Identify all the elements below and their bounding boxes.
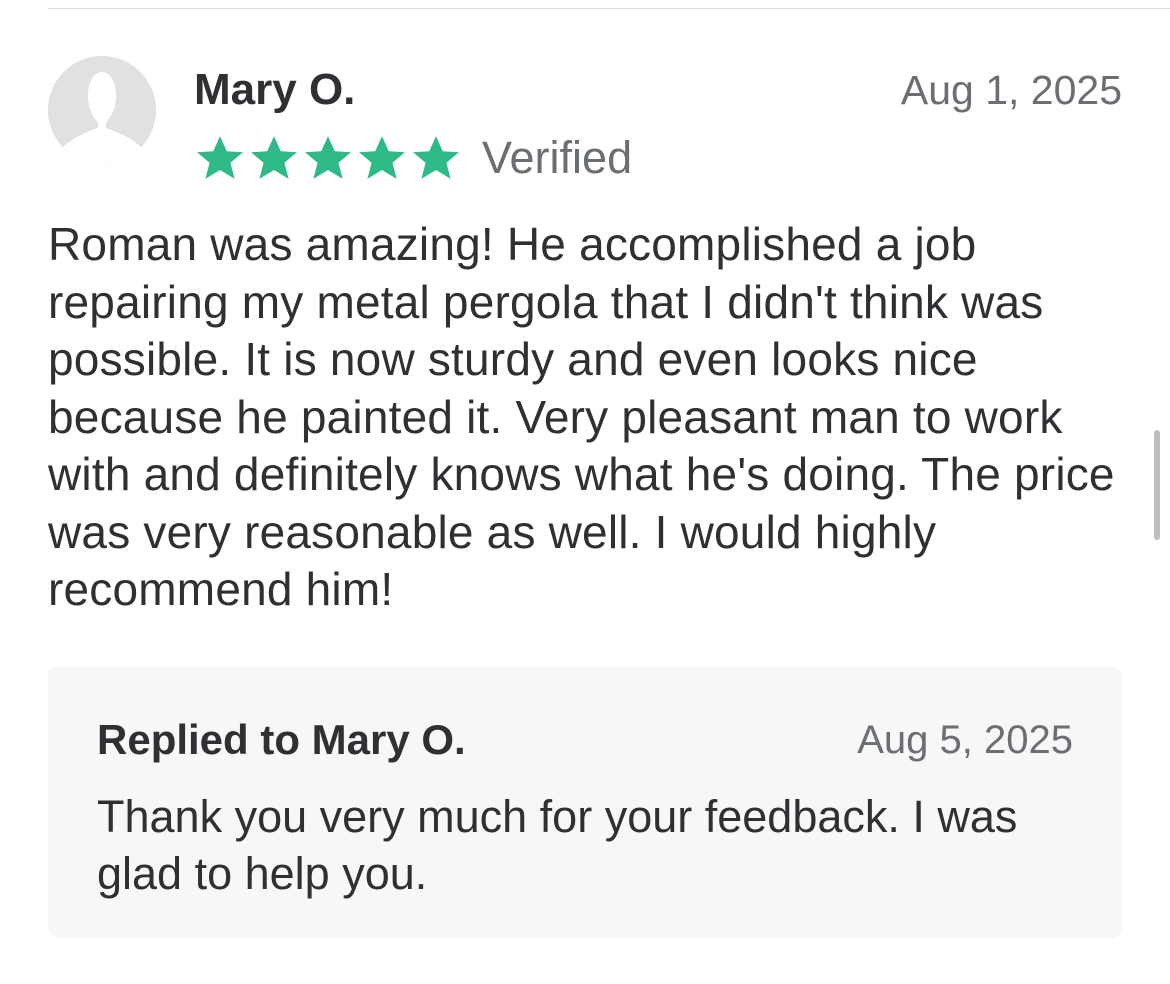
rating-row: Verified	[194, 130, 632, 186]
verified-label: Verified	[482, 132, 633, 183]
reply-text: Thank you very much for your feedback. I…	[97, 791, 1018, 899]
reply-date: Aug 5, 2025	[857, 718, 1073, 762]
reply-title: Replied to Mary O.	[97, 716, 466, 763]
default-user-avatar-icon	[48, 56, 156, 164]
star-icon	[302, 134, 354, 182]
star-icon	[410, 134, 462, 182]
scrollbar-thumb[interactable]	[1154, 430, 1160, 540]
owner-reply: Replied to Mary O. Aug 5, 2025 Thank you…	[48, 666, 1122, 938]
star-icon	[248, 134, 300, 182]
reviewer-name: Mary O.	[194, 65, 356, 114]
review-text: Roman was amazing! He accomplished a job…	[48, 218, 1115, 615]
star-icon	[194, 134, 246, 182]
review-date: Aug 1, 2025	[900, 67, 1122, 113]
star-icon	[356, 134, 408, 182]
star-rating	[194, 134, 462, 182]
top-divider	[48, 8, 1170, 9]
